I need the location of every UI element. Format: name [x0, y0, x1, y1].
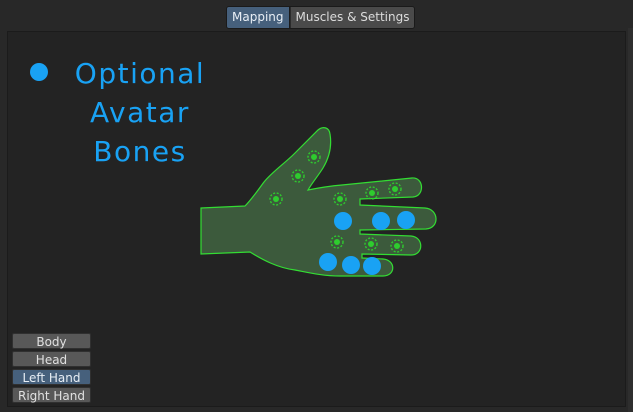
- avatar-configuration-window: Mapping Muscles & Settings Optional Avat…: [0, 0, 633, 412]
- left-hand-button[interactable]: Left Hand: [12, 369, 91, 385]
- head-button[interactable]: Head: [12, 351, 91, 367]
- hand-silhouette: [200, 127, 437, 277]
- body-part-selector: Body Head Left Hand Right Hand: [12, 333, 92, 405]
- optional-bone[interactable]: [342, 256, 360, 274]
- optional-bone[interactable]: [319, 253, 337, 271]
- optional-bone[interactable]: [397, 211, 415, 229]
- right-hand-button[interactable]: Right Hand: [12, 387, 91, 403]
- hand-diagram: [200, 127, 437, 277]
- optional-bone[interactable]: [334, 212, 352, 230]
- body-button[interactable]: Body: [12, 333, 91, 349]
- optional-bone[interactable]: [363, 257, 381, 275]
- optional-bone[interactable]: [372, 212, 390, 230]
